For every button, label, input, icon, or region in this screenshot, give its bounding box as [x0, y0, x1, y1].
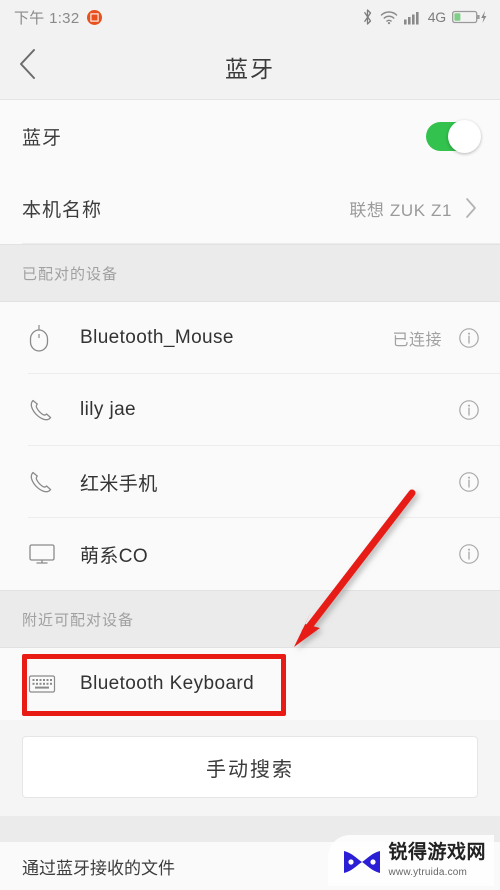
- monitor-icon: [28, 542, 66, 566]
- device-name: 红米手机: [80, 473, 158, 495]
- list-item[interactable]: Bluetooth_Mouse 已连接: [0, 302, 500, 374]
- list-item[interactable]: lily jae: [0, 374, 500, 446]
- device-name: lily jae: [80, 399, 136, 420]
- status-bar-left: 下午 1:32: [14, 7, 103, 28]
- signal-bars-icon: [403, 10, 422, 25]
- manual-search-button[interactable]: 手动搜索: [22, 736, 478, 798]
- device-name: Bluetooth Keyboard: [80, 673, 255, 694]
- bluetooth-toggle-switch[interactable]: [426, 119, 481, 153]
- device-connection-status: 已连接: [392, 332, 442, 349]
- bluetooth-icon: [361, 8, 374, 26]
- device-name-row[interactable]: 本机名称 联想 ZUK Z1: [0, 172, 500, 244]
- battery-charging-icon: [452, 9, 488, 25]
- app-badge-icon: [87, 9, 103, 25]
- network-type-label: 4G: [427, 9, 446, 25]
- device-name-label: 本机名称: [22, 199, 103, 221]
- list-item[interactable]: Bluetooth Keyboard: [0, 648, 500, 720]
- watermark-url: www.ytruida.com: [388, 867, 468, 879]
- phone-screen: 下午 1:32 4G 蓝牙 蓝牙 本机名称 联想 ZUK Z1 已配对的设备 B…: [0, 0, 500, 890]
- device-name: 萌系CO: [80, 545, 149, 567]
- page-title: 蓝牙: [225, 55, 275, 82]
- bluetooth-toggle-label: 蓝牙: [22, 127, 63, 149]
- keyboard-icon: [28, 673, 66, 695]
- status-time: 下午 1:32: [14, 9, 80, 27]
- wifi-icon: [380, 10, 398, 25]
- nearby-devices-list: Bluetooth Keyboard: [0, 648, 500, 720]
- info-circle-icon[interactable]: [458, 543, 480, 565]
- chevron-right-icon: [464, 196, 478, 220]
- watermark-name: 锐得游戏网: [388, 842, 486, 864]
- mouse-icon: [28, 323, 66, 353]
- list-item[interactable]: 红米手机: [0, 446, 500, 518]
- title-bar: 蓝牙: [0, 34, 500, 100]
- phone-icon: [28, 469, 66, 495]
- watermark-text: 锐得游戏网 www.ytruida.com: [388, 843, 486, 880]
- nearby-devices-header: 附近可配对设备: [0, 590, 500, 648]
- manual-search-area: 手动搜索: [0, 720, 500, 816]
- bluetooth-toggle-row[interactable]: 蓝牙: [0, 100, 500, 172]
- device-name: Bluetooth_Mouse: [80, 327, 234, 348]
- info-circle-icon[interactable]: [458, 471, 480, 493]
- info-circle-icon[interactable]: [458, 327, 480, 349]
- watermark: 锐得游戏网 www.ytruida.com: [328, 835, 494, 886]
- list-item[interactable]: 萌系CO: [0, 518, 500, 590]
- bowtie-logo-icon: [342, 847, 382, 877]
- device-name-value: 联想 ZUK Z1: [349, 200, 452, 220]
- paired-devices-list: Bluetooth_Mouse 已连接 lily jae 红米手机 萌系CO: [0, 302, 500, 590]
- phone-icon: [28, 397, 66, 423]
- info-circle-icon[interactable]: [458, 399, 480, 421]
- toggle-knob: [448, 119, 481, 153]
- paired-devices-header: 已配对的设备: [0, 244, 500, 302]
- status-bar-right: 4G: [361, 8, 488, 26]
- bluetooth-settings-card: 蓝牙 本机名称 联想 ZUK Z1: [0, 100, 500, 244]
- status-bar: 下午 1:32 4G: [0, 0, 500, 34]
